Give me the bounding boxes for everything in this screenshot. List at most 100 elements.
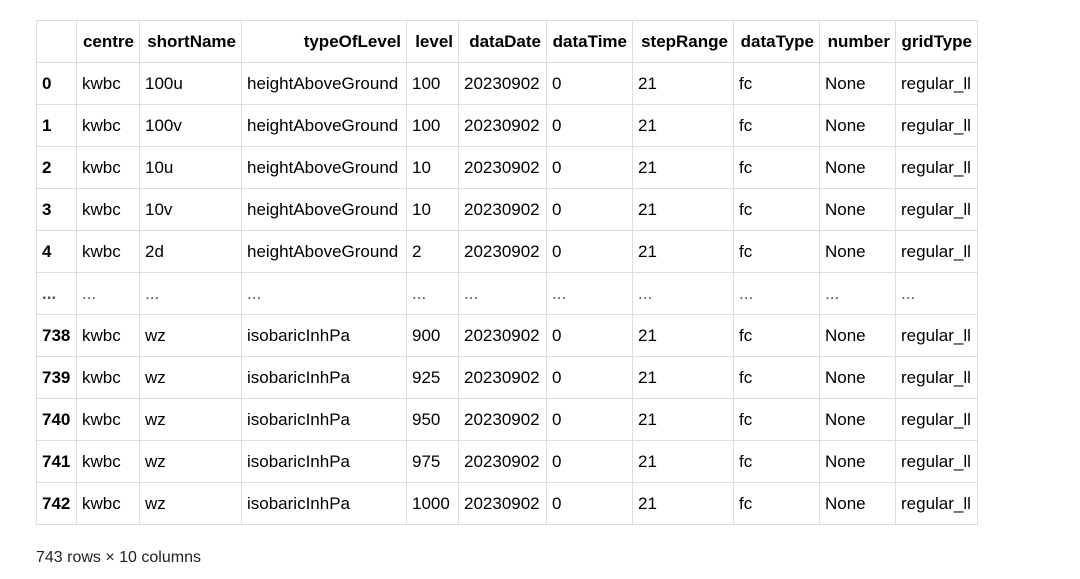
table-cell: None: [819, 146, 896, 189]
table-cell: kwbc: [76, 314, 140, 357]
table-cell: heightAboveGround: [241, 104, 407, 147]
table-cell: ...: [139, 272, 242, 315]
table-cell: 0: [546, 398, 633, 441]
table-cell: ...: [895, 272, 978, 315]
table-header-row: centre shortName typeOfLevel level dataD…: [36, 20, 978, 63]
row-index-cell: 4: [36, 230, 77, 273]
table-cell: 2d: [139, 230, 242, 273]
table-cell: wz: [139, 356, 242, 399]
table-cell: 1000: [406, 482, 459, 525]
table-cell: 21: [632, 146, 734, 189]
table-cell: regular_ll: [895, 146, 978, 189]
table-cell: 100v: [139, 104, 242, 147]
table-row: 742 kwbc wz isobaricInhPa 1000 20230902 0 21 fc N…: [36, 482, 978, 525]
table-cell: fc: [733, 104, 820, 147]
table-cell: fc: [733, 314, 820, 357]
table-cell: isobaricInhPa: [241, 356, 407, 399]
table-cell: 0: [546, 356, 633, 399]
table-cell: regular_ll: [895, 398, 978, 441]
table-cell: isobaricInhPa: [241, 314, 407, 357]
column-header-centre: centre: [76, 20, 140, 63]
column-header-index: [36, 20, 77, 63]
table-cell: 0: [546, 104, 633, 147]
table-row: 2 kwbc 10u heightAboveGround 10 20230902 0 21 fc…: [36, 146, 978, 189]
table-cell: fc: [733, 356, 820, 399]
table-cell: fc: [733, 398, 820, 441]
table-cell: 100: [406, 62, 459, 105]
table-row: .................................: [36, 272, 978, 315]
table-cell: heightAboveGround: [241, 230, 407, 273]
table-cell: regular_ll: [895, 482, 978, 525]
table-cell: regular_ll: [895, 62, 978, 105]
table-cell: None: [819, 104, 896, 147]
table-cell: regular_ll: [895, 104, 978, 147]
table-cell: 10: [406, 146, 459, 189]
table-cell: 0: [546, 482, 633, 525]
column-header-datatype: dataType: [733, 20, 820, 63]
table-cell: 10: [406, 188, 459, 231]
table-cell: 21: [632, 188, 734, 231]
table-cell: regular_ll: [895, 440, 978, 483]
table-cell: 900: [406, 314, 459, 357]
row-index-cell: 3: [36, 188, 77, 231]
table-cell: None: [819, 440, 896, 483]
table-cell: 20230902: [458, 230, 547, 273]
table-row: 740 kwbc wz isobaricInhPa 950 20230902 0 21 fc No…: [36, 398, 978, 441]
table-cell: kwbc: [76, 398, 140, 441]
table-cell: fc: [733, 230, 820, 273]
table-cell: 10v: [139, 188, 242, 231]
table-row: 3 kwbc 10v heightAboveGround 10 20230902 0 21 fc…: [36, 188, 978, 231]
column-header-level: level: [406, 20, 459, 63]
table-cell: isobaricInhPa: [241, 398, 407, 441]
table-cell: 20230902: [458, 62, 547, 105]
table-cell: kwbc: [76, 62, 140, 105]
column-header-gridtype: gridType: [895, 20, 978, 63]
table-cell: 0: [546, 62, 633, 105]
table-cell: fc: [733, 188, 820, 231]
table-cell: regular_ll: [895, 230, 978, 273]
table-cell: 21: [632, 230, 734, 273]
table-cell: fc: [733, 146, 820, 189]
table-cell: 20230902: [458, 104, 547, 147]
table-cell: 100u: [139, 62, 242, 105]
table-cell: 20230902: [458, 356, 547, 399]
table-summary: 743 rows × 10 columns: [36, 549, 201, 566]
table-row: 4 kwbc 2d heightAboveGround 2 20230902 0 21 fc No…: [36, 230, 978, 273]
dataframe-table: centre shortName typeOfLevel level dataD…: [36, 20, 978, 525]
table-cell: ...: [76, 272, 140, 315]
table-cell: 21: [632, 440, 734, 483]
table-cell: fc: [733, 482, 820, 525]
table-cell: None: [819, 188, 896, 231]
table-cell: 100: [406, 104, 459, 147]
table-row: 739 kwbc wz isobaricInhPa 925 20230902 0 21 fc No…: [36, 356, 978, 399]
table-cell: 21: [632, 314, 734, 357]
table-cell: 20230902: [458, 314, 547, 357]
table-cell: wz: [139, 314, 242, 357]
table-cell: wz: [139, 398, 242, 441]
table-cell: kwbc: [76, 188, 140, 231]
table-cell: 975: [406, 440, 459, 483]
row-index-cell: ...: [36, 272, 77, 315]
table-cell: ...: [632, 272, 734, 315]
table-cell: kwbc: [76, 104, 140, 147]
table-cell: fc: [733, 440, 820, 483]
table-cell: ...: [458, 272, 547, 315]
table-row: 1 kwbc 100v heightAboveGround 100 20230902 0 21…: [36, 104, 978, 147]
table-cell: ...: [546, 272, 633, 315]
table-cell: kwbc: [76, 482, 140, 525]
table-cell: None: [819, 398, 896, 441]
table-cell: wz: [139, 440, 242, 483]
row-index-cell: 741: [36, 440, 77, 483]
table-cell: 21: [632, 104, 734, 147]
table-cell: 0: [546, 146, 633, 189]
table-cell: 20230902: [458, 146, 547, 189]
table-cell: heightAboveGround: [241, 146, 407, 189]
column-header-shortname: shortName: [139, 20, 242, 63]
table-cell: ...: [819, 272, 896, 315]
table-cell: 20230902: [458, 440, 547, 483]
table-cell: isobaricInhPa: [241, 482, 407, 525]
table-cell: kwbc: [76, 356, 140, 399]
table-cell: 950: [406, 398, 459, 441]
table-cell: 21: [632, 356, 734, 399]
table-cell: isobaricInhPa: [241, 440, 407, 483]
